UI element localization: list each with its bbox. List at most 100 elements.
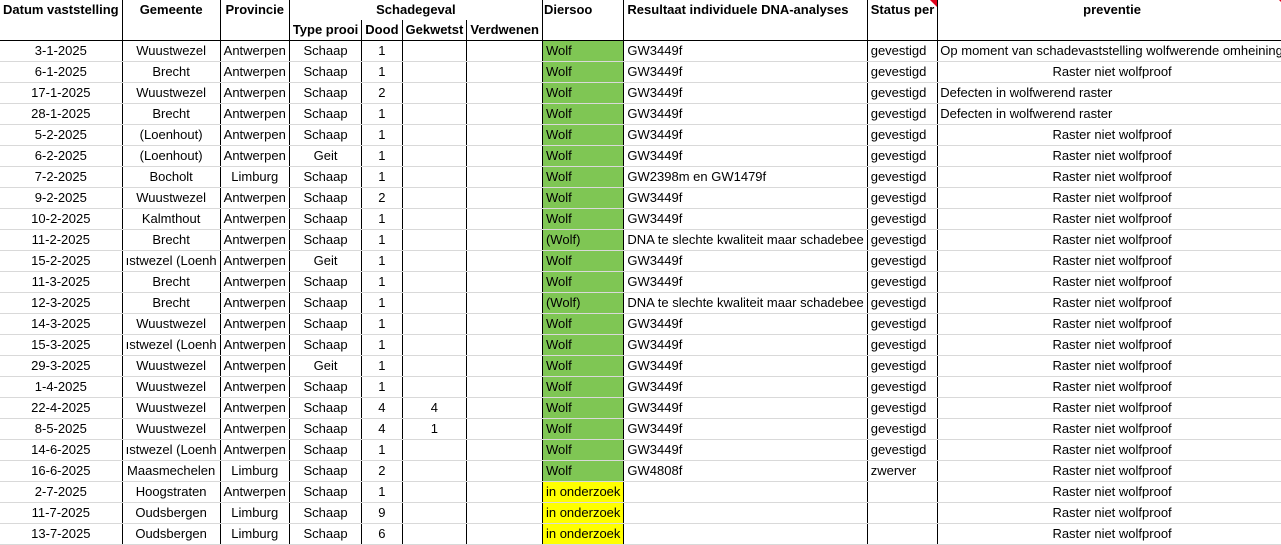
cell-datum[interactable]: 14-3-2025: [0, 313, 123, 335]
cell-gekwetst[interactable]: [402, 229, 468, 251]
cell-gemeente[interactable]: Oudsbergen: [122, 523, 221, 545]
header-verdwenen[interactable]: Verdwenen: [466, 20, 543, 41]
cell-resultaat[interactable]: GW3449f: [623, 124, 868, 146]
cell-preventie[interactable]: Defecten in wolfwerend raster: [937, 82, 1281, 104]
cell-resultaat[interactable]: GW3449f: [623, 187, 868, 209]
cell-preventie[interactable]: Raster niet wolfproof: [937, 439, 1281, 461]
cell-status[interactable]: gevestigd: [867, 355, 939, 377]
cell-status[interactable]: gevestigd: [867, 166, 939, 188]
cell-verdwenen[interactable]: [466, 124, 543, 146]
cell-gemeente[interactable]: Bocholt: [122, 166, 221, 188]
cell-datum[interactable]: 14-6-2025: [0, 439, 123, 461]
cell-provincie[interactable]: Antwerpen: [220, 313, 290, 335]
cell-type-prooi[interactable]: Geit: [289, 145, 363, 167]
cell-resultaat[interactable]: [623, 502, 868, 524]
cell-gekwetst[interactable]: [402, 334, 468, 356]
cell-gekwetst[interactable]: [402, 292, 468, 314]
cell-verdwenen[interactable]: [466, 397, 543, 419]
cell-datum[interactable]: 6-1-2025: [0, 61, 123, 83]
cell-type-prooi[interactable]: Schaap: [289, 187, 363, 209]
cell-datum[interactable]: 11-7-2025: [0, 502, 123, 524]
cell-diersoort[interactable]: Wolf: [542, 376, 625, 398]
cell-type-prooi[interactable]: Schaap: [289, 61, 363, 83]
cell-provincie[interactable]: Antwerpen: [220, 103, 290, 125]
cell-gekwetst[interactable]: [402, 61, 468, 83]
cell-verdwenen[interactable]: [466, 61, 543, 83]
cell-preventie[interactable]: Raster niet wolfproof: [937, 292, 1281, 314]
cell-diersoort[interactable]: (Wolf): [542, 229, 625, 251]
cell-dood[interactable]: 2: [361, 460, 403, 482]
cell-resultaat[interactable]: DNA te slechte kwaliteit maar schadebee: [623, 292, 868, 314]
cell-diersoort[interactable]: Wolf: [542, 271, 625, 293]
cell-verdwenen[interactable]: [466, 523, 543, 545]
cell-resultaat[interactable]: GW3449f: [623, 355, 868, 377]
cell-gekwetst[interactable]: [402, 313, 468, 335]
cell-preventie[interactable]: Raster niet wolfproof: [937, 460, 1281, 482]
cell-type-prooi[interactable]: Schaap: [289, 376, 363, 398]
cell-type-prooi[interactable]: Schaap: [289, 397, 363, 419]
cell-gemeente[interactable]: Brecht: [122, 271, 221, 293]
cell-status[interactable]: gevestigd: [867, 313, 939, 335]
cell-preventie[interactable]: Raster niet wolfproof: [937, 145, 1281, 167]
cell-verdwenen[interactable]: [466, 502, 543, 524]
cell-datum[interactable]: 17-1-2025: [0, 82, 123, 104]
cell-gekwetst[interactable]: [402, 124, 468, 146]
cell-diersoort[interactable]: Wolf: [542, 208, 625, 230]
cell-status[interactable]: gevestigd: [867, 397, 939, 419]
cell-diersoort[interactable]: Wolf: [542, 40, 625, 62]
cell-diersoort[interactable]: Wolf: [542, 145, 625, 167]
cell-type-prooi[interactable]: Schaap: [289, 292, 363, 314]
header-status[interactable]: Status per: [867, 0, 939, 20]
cell-status[interactable]: gevestigd: [867, 439, 939, 461]
cell-status[interactable]: gevestigd: [867, 145, 939, 167]
cell-preventie[interactable]: Raster niet wolfproof: [937, 334, 1281, 356]
cell-status[interactable]: gevestigd: [867, 376, 939, 398]
cell-diersoort[interactable]: Wolf: [542, 250, 625, 272]
cell-gekwetst[interactable]: [402, 166, 468, 188]
cell-gemeente[interactable]: Brecht: [122, 292, 221, 314]
cell-resultaat[interactable]: GW3449f: [623, 208, 868, 230]
cell-dood[interactable]: 1: [361, 208, 403, 230]
cell-datum[interactable]: 12-3-2025: [0, 292, 123, 314]
cell-provincie[interactable]: Antwerpen: [220, 271, 290, 293]
cell-gekwetst[interactable]: [402, 502, 468, 524]
cell-gemeente[interactable]: Wuustwezel: [122, 397, 221, 419]
cell-gemeente[interactable]: Hoogstraten: [122, 481, 221, 503]
cell-dood[interactable]: 6: [361, 523, 403, 545]
cell-status[interactable]: gevestigd: [867, 103, 939, 125]
cell-gemeente[interactable]: Wuustwezel: [122, 313, 221, 335]
cell-diersoort[interactable]: (Wolf): [542, 292, 625, 314]
cell-type-prooi[interactable]: Schaap: [289, 166, 363, 188]
cell-diersoort[interactable]: Wolf: [542, 82, 625, 104]
cell-gemeente[interactable]: (Loenhout): [122, 145, 221, 167]
cell-verdwenen[interactable]: [466, 187, 543, 209]
cell-gemeente[interactable]: ıstwezel (Loenh: [122, 439, 221, 461]
cell-verdwenen[interactable]: [466, 229, 543, 251]
cell-gekwetst[interactable]: [402, 208, 468, 230]
cell-diersoort[interactable]: in onderzoek: [542, 502, 625, 524]
cell-gemeente[interactable]: Brecht: [122, 103, 221, 125]
header-schadegeval[interactable]: Schadegeval: [289, 0, 543, 20]
cell-resultaat[interactable]: [623, 481, 868, 503]
cell-datum[interactable]: 5-2-2025: [0, 124, 123, 146]
cell-datum[interactable]: 16-6-2025: [0, 460, 123, 482]
cell-gekwetst[interactable]: [402, 523, 468, 545]
cell-verdwenen[interactable]: [466, 334, 543, 356]
cell-status[interactable]: gevestigd: [867, 82, 939, 104]
cell-diersoort[interactable]: in onderzoek: [542, 523, 625, 545]
cell-provincie[interactable]: Antwerpen: [220, 376, 290, 398]
cell-diersoort[interactable]: Wolf: [542, 418, 625, 440]
cell-type-prooi[interactable]: Geit: [289, 250, 363, 272]
cell-dood[interactable]: 1: [361, 334, 403, 356]
cell-verdwenen[interactable]: [466, 355, 543, 377]
cell-type-prooi[interactable]: Schaap: [289, 313, 363, 335]
cell-gemeente[interactable]: Wuustwezel: [122, 82, 221, 104]
cell-diersoort[interactable]: Wolf: [542, 187, 625, 209]
cell-verdwenen[interactable]: [466, 418, 543, 440]
cell-preventie[interactable]: Raster niet wolfproof: [937, 187, 1281, 209]
cell-status[interactable]: [867, 502, 939, 524]
cell-gemeente[interactable]: Kalmthout: [122, 208, 221, 230]
cell-provincie[interactable]: Antwerpen: [220, 250, 290, 272]
cell-type-prooi[interactable]: Schaap: [289, 523, 363, 545]
cell-datum[interactable]: 11-3-2025: [0, 271, 123, 293]
